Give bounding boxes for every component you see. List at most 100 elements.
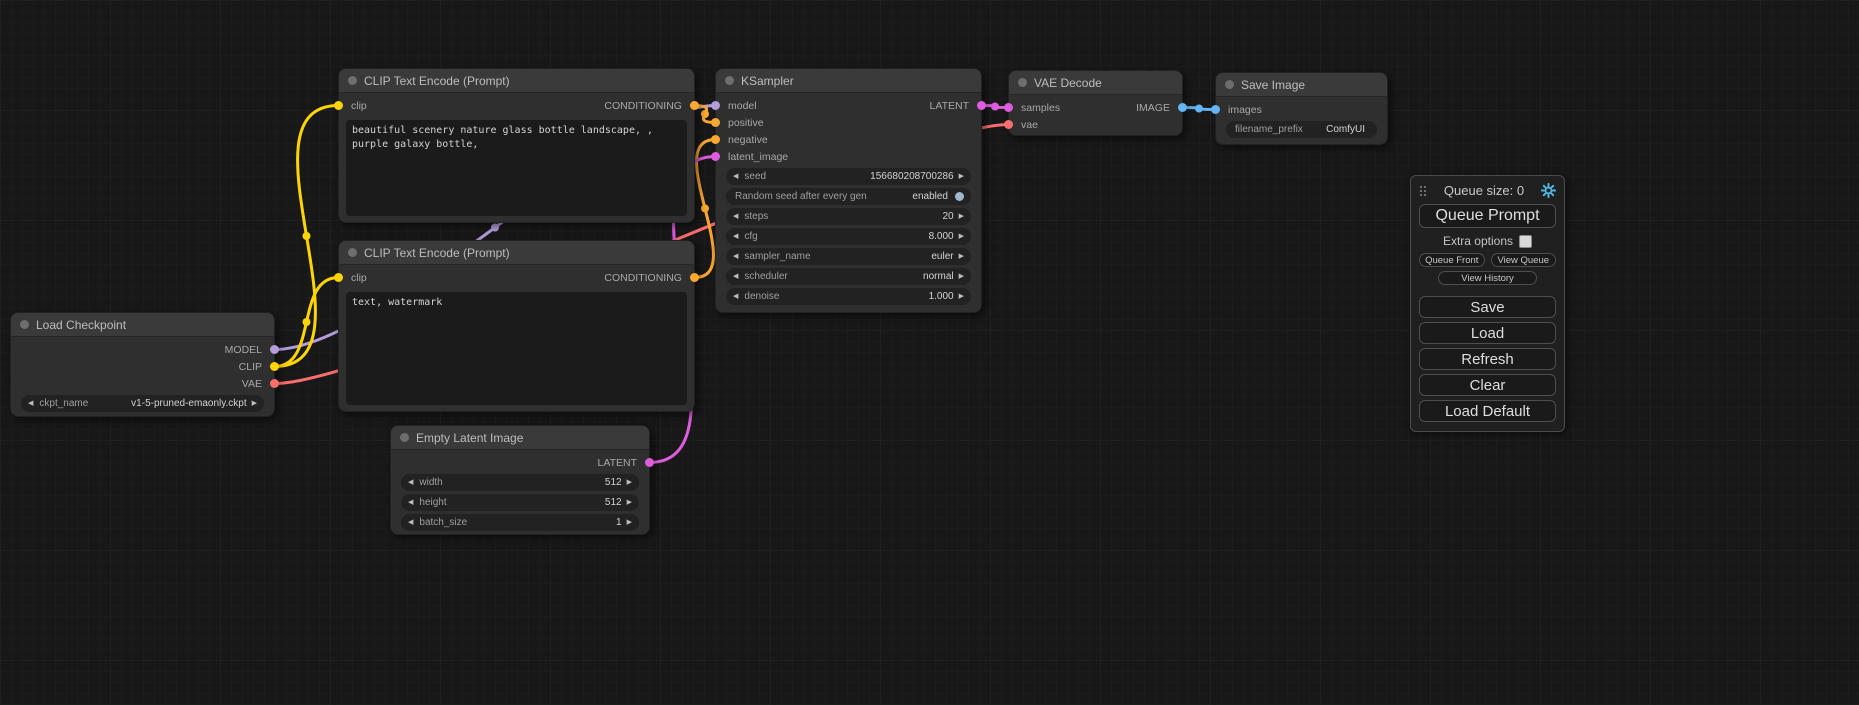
refresh-button[interactable]: Refresh	[1419, 348, 1556, 370]
negative-input-port[interactable]	[711, 135, 720, 144]
arrow-right-icon[interactable]: ▶	[627, 499, 632, 506]
vae-output-port[interactable]	[270, 379, 279, 388]
settings-gear-icon[interactable]	[1541, 183, 1556, 198]
collapse-dot-icon[interactable]	[725, 76, 734, 85]
widget-value[interactable]: 512	[605, 477, 622, 488]
prompt-textarea[interactable]: beautiful scenery nature glass bottle la…	[346, 120, 687, 216]
node-title-bar[interactable]: VAE Decode	[1009, 71, 1182, 95]
node-title-bar[interactable]: KSampler	[716, 69, 981, 93]
node-vae-decode[interactable]: VAE Decode samples IMAGE vae	[1008, 70, 1183, 136]
arrow-left-icon[interactable]: ◀	[733, 253, 738, 260]
node-title-bar[interactable]: CLIP Text Encode (Prompt)	[339, 69, 694, 93]
arrow-left-icon[interactable]: ◀	[408, 519, 413, 526]
denoise-widget[interactable]: ◀ denoise 1.000 ▶	[726, 288, 971, 305]
collapse-dot-icon[interactable]	[1225, 80, 1234, 89]
conditioning-output-port[interactable]	[690, 101, 699, 110]
widget-value[interactable]: 1	[616, 517, 622, 528]
arrow-left-icon[interactable]: ◀	[733, 213, 738, 220]
arrow-left-icon[interactable]: ◀	[733, 173, 738, 180]
collapse-dot-icon[interactable]	[20, 320, 29, 329]
batch-size-widget[interactable]: ◀ batch_size 1 ▶	[401, 514, 639, 531]
vae-input-port[interactable]	[1004, 120, 1013, 129]
arrow-right-icon[interactable]: ▶	[959, 233, 964, 240]
widget-label: filename_prefix	[1235, 124, 1303, 135]
node-load-checkpoint[interactable]: Load Checkpoint MODEL CLIP VAE ◀ ckpt_na…	[10, 312, 275, 417]
node-clip-text-encode-positive[interactable]: CLIP Text Encode (Prompt) clip CONDITION…	[338, 68, 695, 223]
widget-value[interactable]: ComfyUI	[1326, 124, 1365, 135]
arrow-right-icon[interactable]: ▶	[252, 400, 257, 407]
steps-widget[interactable]: ◀ steps 20 ▶	[726, 208, 971, 225]
clip-input-port[interactable]	[334, 273, 343, 282]
node-clip-text-encode-negative[interactable]: CLIP Text Encode (Prompt) clip CONDITION…	[338, 240, 695, 412]
model-output-port[interactable]	[270, 345, 279, 354]
clip-input-port[interactable]	[334, 101, 343, 110]
sampler-name-widget[interactable]: ◀ sampler_name euler ▶	[726, 248, 971, 265]
arrow-right-icon[interactable]: ▶	[959, 253, 964, 260]
arrow-right-icon[interactable]: ▶	[627, 519, 632, 526]
node-save-image[interactable]: Save Image images filename_prefix ComfyU…	[1215, 72, 1388, 145]
node-title-bar[interactable]: Save Image	[1216, 73, 1387, 97]
random-seed-toggle-dot[interactable]	[955, 192, 964, 201]
widget-value[interactable]: 1.000	[929, 291, 954, 302]
arrow-right-icon[interactable]: ▶	[959, 173, 964, 180]
latent-output-port[interactable]	[977, 101, 986, 110]
latent-output-port[interactable]	[645, 458, 654, 467]
widget-value[interactable]: 20	[942, 211, 953, 222]
positive-input-port[interactable]	[711, 118, 720, 127]
images-input-port[interactable]	[1211, 105, 1220, 114]
panel-drag-handle-icon[interactable]	[1419, 185, 1427, 197]
image-output-port[interactable]	[1178, 103, 1187, 112]
samples-input-port[interactable]	[1004, 103, 1013, 112]
arrow-left-icon[interactable]: ◀	[408, 479, 413, 486]
seed-widget[interactable]: ◀ seed 156680208700286 ▶	[726, 168, 971, 185]
node-title-bar[interactable]: Empty Latent Image	[391, 426, 649, 450]
node-title: KSampler	[741, 74, 794, 88]
ckpt-name-combo-widget[interactable]: ◀ ckpt_name v1-5-pruned-emaonly.ckpt ▶	[21, 395, 264, 412]
arrow-left-icon[interactable]: ◀	[28, 400, 33, 407]
arrow-left-icon[interactable]: ◀	[733, 233, 738, 240]
collapse-dot-icon[interactable]	[348, 248, 357, 257]
cfg-widget[interactable]: ◀ cfg 8.000 ▶	[726, 228, 971, 245]
filename-prefix-widget[interactable]: filename_prefix ComfyUI	[1226, 121, 1377, 138]
arrow-right-icon[interactable]: ▶	[959, 293, 964, 300]
width-widget[interactable]: ◀ width 512 ▶	[401, 474, 639, 491]
collapse-dot-icon[interactable]	[348, 76, 357, 85]
node-empty-latent-image[interactable]: Empty Latent Image LATENT ◀ width 512 ▶ …	[390, 425, 650, 535]
widget-value[interactable]: 156680208700286	[870, 171, 953, 182]
view-queue-button[interactable]: View Queue	[1491, 253, 1557, 267]
widget-label: cfg	[744, 231, 757, 242]
arrow-left-icon[interactable]: ◀	[733, 293, 738, 300]
arrow-right-icon[interactable]: ▶	[959, 273, 964, 280]
view-history-button[interactable]: View History	[1438, 271, 1537, 285]
model-input-port[interactable]	[711, 101, 720, 110]
extra-options-checkbox[interactable]	[1519, 235, 1532, 248]
node-graph-canvas[interactable]: Load Checkpoint MODEL CLIP VAE ◀ ckpt_na…	[0, 0, 1859, 705]
load-default-button[interactable]: Load Default	[1419, 400, 1556, 422]
load-button[interactable]: Load	[1419, 322, 1556, 344]
widget-value[interactable]: 512	[605, 497, 622, 508]
queue-front-button[interactable]: Queue Front	[1419, 253, 1485, 267]
height-widget[interactable]: ◀ height 512 ▶	[401, 494, 639, 511]
arrow-left-icon[interactable]: ◀	[408, 499, 413, 506]
clip-output-port[interactable]	[270, 362, 279, 371]
queue-prompt-button[interactable]: Queue Prompt	[1419, 204, 1556, 228]
node-title-bar[interactable]: Load Checkpoint	[11, 313, 274, 337]
collapse-dot-icon[interactable]	[1018, 78, 1027, 87]
widget-value[interactable]: 8.000	[929, 231, 954, 242]
scheduler-widget[interactable]: ◀ scheduler normal ▶	[726, 268, 971, 285]
node-title-bar[interactable]: CLIP Text Encode (Prompt)	[339, 241, 694, 265]
prompt-textarea[interactable]: text, watermark	[346, 292, 687, 405]
latent-image-input-port[interactable]	[711, 152, 720, 161]
save-button[interactable]: Save	[1419, 296, 1556, 318]
arrow-right-icon[interactable]: ▶	[627, 479, 632, 486]
arrow-right-icon[interactable]: ▶	[959, 213, 964, 220]
widget-value[interactable]: v1-5-pruned-emaonly.ckpt	[131, 398, 246, 409]
arrow-left-icon[interactable]: ◀	[733, 273, 738, 280]
collapse-dot-icon[interactable]	[400, 433, 409, 442]
widget-value[interactable]: euler	[931, 251, 953, 262]
conditioning-output-port[interactable]	[690, 273, 699, 282]
node-ksampler[interactable]: KSampler model LATENT positive negative …	[715, 68, 982, 313]
clear-button[interactable]: Clear	[1419, 374, 1556, 396]
widget-value[interactable]: normal	[923, 271, 954, 282]
random-seed-toggle-widget[interactable]: Random seed after every gen enabled	[726, 188, 971, 205]
